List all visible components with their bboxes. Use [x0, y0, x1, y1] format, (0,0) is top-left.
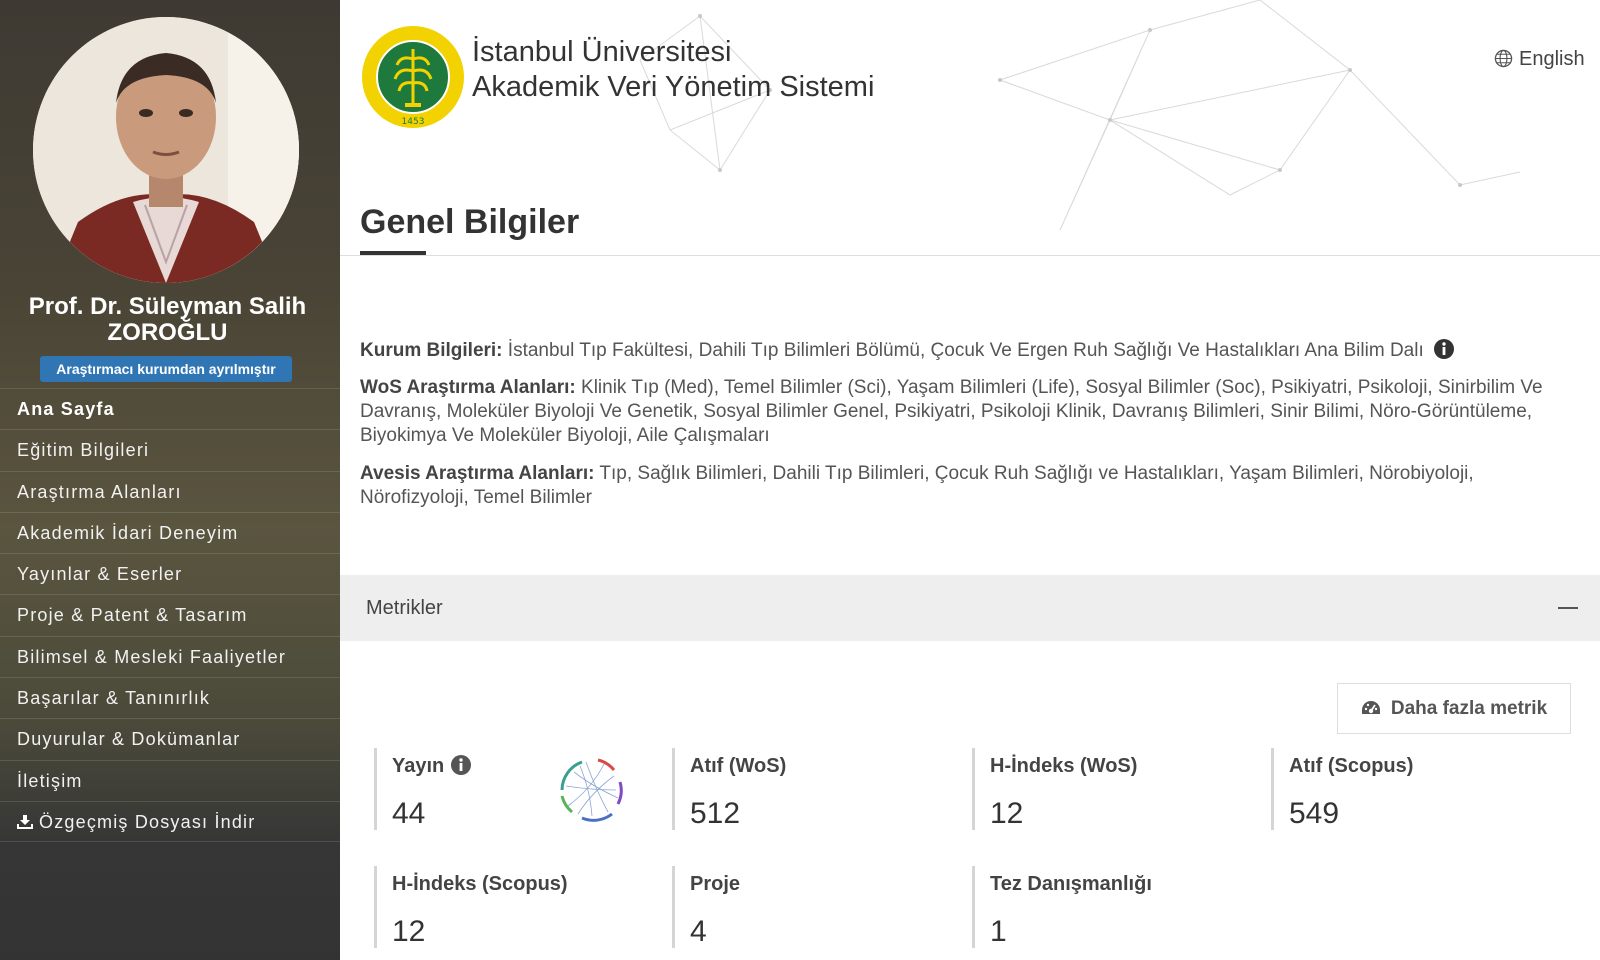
nav-item-yayinlar-eserler[interactable]: Yayınlar & Eserler — [0, 553, 340, 594]
nav-item-cv-download[interactable]: Özgeçmiş Dosyası İndir — [0, 800, 340, 843]
sidebar-nav: Ana Sayfa Eğitim Bilgileri Araştırma Ala… — [0, 388, 340, 843]
metric-h-index-wos: H-İndeks (WoS) 12 — [972, 748, 1252, 830]
institution-info: Kurum Bilgileri: İstanbul Tıp Fakültesi,… — [360, 338, 1560, 363]
metric-citations-scopus: Atıf (Scopus) 549 — [1271, 748, 1551, 830]
university-logo: 1453 — [362, 26, 464, 128]
page-title: Genel Bilgiler — [360, 203, 580, 241]
nav-item-basarilar-taninirlik[interactable]: Başarılar & Tanınırlık — [0, 677, 340, 718]
nav-item-duyurular-dokumanlar[interactable]: Duyurular & Dokümanlar — [0, 718, 340, 759]
metric-value: 4 — [690, 915, 707, 948]
chord-diagram-icon[interactable] — [552, 750, 630, 828]
dashboard-icon — [1361, 701, 1380, 714]
metric-value: 12 — [392, 915, 426, 948]
profile-name: Prof. Dr. Süleyman Salih ZOROĞLU — [28, 293, 307, 346]
info-icon[interactable] — [450, 754, 472, 776]
wos-label: WoS Araştırma Alanları: — [360, 377, 576, 398]
wos-research-areas: WoS Araştırma Alanları: Klinik Tıp (Med)… — [360, 376, 1560, 448]
brand-system-name: Akademik Veri Yönetim Sistemi — [472, 71, 875, 103]
metric-label: H-İndeks (WoS) — [990, 755, 1138, 777]
nav-item-ana-sayfa[interactable]: Ana Sayfa — [0, 388, 340, 429]
svg-text:1453: 1453 — [402, 117, 425, 127]
language-switch[interactable]: English — [1494, 48, 1585, 71]
avatar — [33, 17, 299, 283]
more-metrics-button[interactable]: Daha fazla metrik — [1337, 683, 1571, 734]
avesis-label: Avesis Araştırma Alanları: — [360, 463, 595, 484]
metrics-title: Metrikler — [366, 597, 443, 619]
download-icon — [17, 814, 33, 829]
nav-item-proje-patent-tasarim[interactable]: Proje & Patent & Tasarım — [0, 594, 340, 635]
metric-value: 1 — [990, 915, 1007, 948]
language-label: English — [1519, 48, 1585, 70]
globe-icon — [1494, 49, 1513, 68]
nav-item-iletisim[interactable]: İletişim — [0, 759, 340, 801]
metric-label: Atıf (Scopus) — [1289, 755, 1414, 777]
metric-h-index-scopus: H-İndeks (Scopus) 12 — [374, 866, 654, 948]
metric-label: Proje — [690, 873, 741, 895]
nav-item-egitim-bilgileri[interactable]: Eğitim Bilgileri — [0, 429, 340, 470]
metric-label: H-İndeks (Scopus) — [392, 873, 568, 895]
status-badge: Araştırmacı kurumdan ayrılmıştır — [40, 356, 292, 382]
metric-label: Yayın — [392, 755, 445, 777]
nav-item-akademik-idari-deneyim[interactable]: Akademik İdari Deneyim — [0, 511, 340, 553]
institution-label: Kurum Bilgileri: — [360, 340, 503, 361]
avesis-research-areas: Avesis Araştırma Alanları: Tıp, Sağlık B… — [360, 462, 1560, 510]
metric-value: 512 — [690, 797, 741, 830]
nav-item-bilimsel-mesleki-faaliyetler[interactable]: Bilimsel & Mesleki Faaliyetler — [0, 635, 340, 677]
info-icon[interactable] — [1433, 338, 1455, 360]
brand-university-name: İstanbul Üniversitesi — [472, 36, 732, 68]
minus-icon[interactable] — [1558, 607, 1578, 609]
header-divider — [340, 255, 1600, 256]
nav-item-arastirma-alanlari[interactable]: Araştırma Alanları — [0, 470, 340, 512]
metric-label: Atıf (WoS) — [690, 755, 787, 777]
institution-value: İstanbul Tıp Fakültesi, Dahili Tıp Bilim… — [507, 340, 1424, 361]
nav-item-cv-label: Özgeçmiş Dosyası İndir — [39, 811, 256, 832]
metrics-panel-header[interactable]: Metrikler — [340, 575, 1600, 641]
metric-value: 12 — [990, 797, 1024, 830]
metric-citations-wos: Atıf (WoS) 512 — [672, 748, 952, 830]
metric-thesis-supervision: Tez Danışmanlığı 1 — [972, 866, 1252, 948]
metric-value: 549 — [1289, 797, 1340, 830]
metric-label: Tez Danışmanlığı — [990, 873, 1152, 895]
metric-projects: Proje 4 — [672, 866, 952, 948]
sidebar: Prof. Dr. Süleyman Salih ZOROĞLU Araştır… — [0, 0, 340, 960]
more-metrics-label: Daha fazla metrik — [1390, 698, 1548, 719]
